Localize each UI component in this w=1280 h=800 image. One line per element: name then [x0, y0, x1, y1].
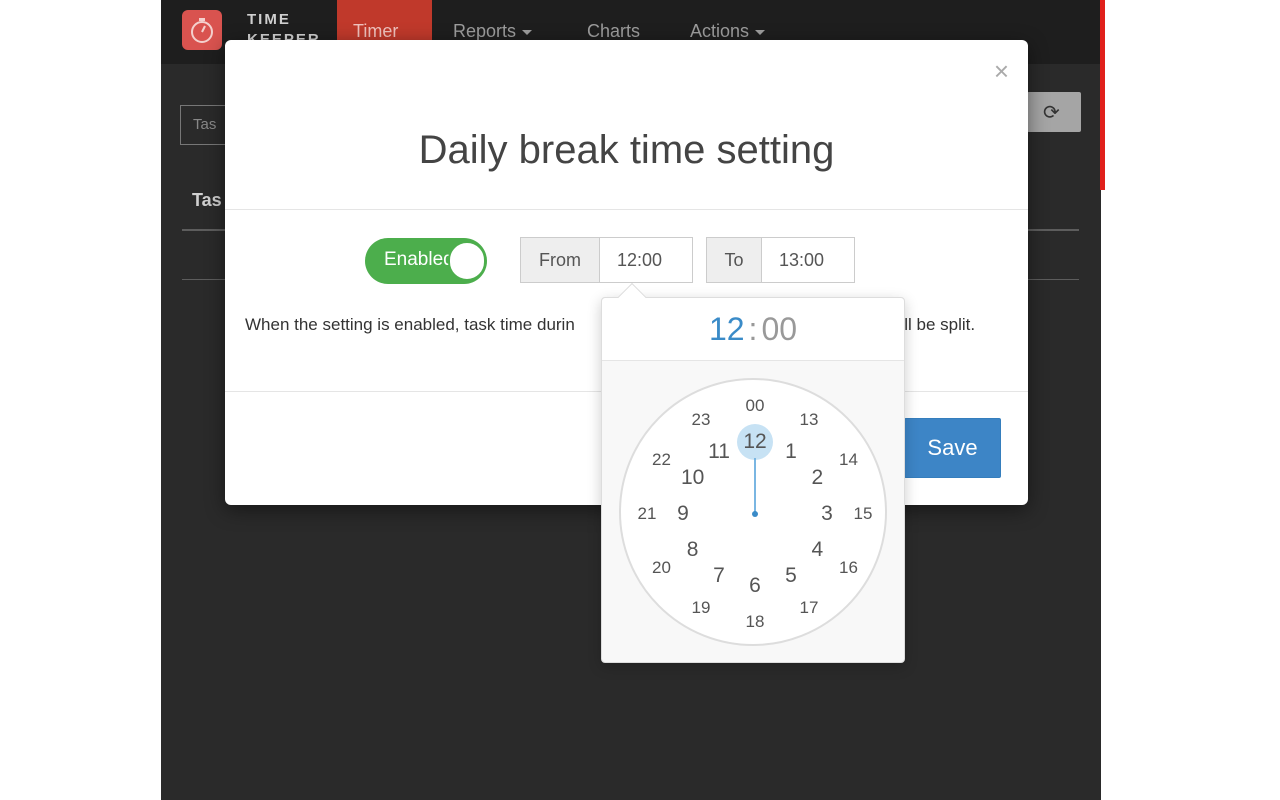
save-button[interactable]: Save [904, 418, 1001, 478]
minutes-display[interactable]: 00 [761, 311, 797, 347]
clock-hour-10[interactable]: 10 [681, 466, 704, 490]
nav-reports-label: Reports [453, 21, 517, 41]
nav-charts-label: Charts [587, 21, 641, 41]
clock-dial[interactable]: 12 1 2 3 4 5 6 7 8 9 10 11 00 13 14 15 16 17 18 19 20 21 22 23 [619, 378, 887, 646]
modal-header-divider [225, 209, 1028, 210]
toggle-label: Enabled [384, 249, 454, 270]
clock-center [752, 511, 758, 517]
modal-title: Daily break time setting [418, 128, 835, 172]
refresh-button[interactable]: ⟳ [1027, 92, 1081, 132]
clock-hour-23[interactable]: 23 [692, 410, 711, 430]
clock-hour-15[interactable]: 15 [854, 504, 873, 524]
clock-hour-4[interactable]: 4 [812, 538, 824, 562]
task-input-placeholder: Tas [193, 116, 217, 133]
clock-picker-popover: 12:00 12 1 2 3 4 5 6 7 8 9 10 11 00 13 14 15 16 17 18 19 20 2… [601, 282, 905, 663]
nav-timer-label: Timer [353, 21, 399, 41]
toggle-knob[interactable] [448, 241, 486, 281]
hours-display[interactable]: 12 [709, 311, 745, 347]
clock-hour-2[interactable]: 2 [812, 466, 824, 490]
clock-hour-16[interactable]: 16 [839, 558, 858, 578]
nav-actions-label: Actions [690, 21, 750, 41]
from-time-input[interactable]: 12:00 [599, 237, 693, 283]
clock-hour-20[interactable]: 20 [652, 558, 671, 578]
clock-hour-9[interactable]: 9 [677, 502, 689, 526]
table-header-task: Tas [192, 190, 222, 210]
clock-hour-13[interactable]: 13 [800, 410, 819, 430]
time-separator: : [748, 311, 758, 347]
clock-hour-18[interactable]: 18 [746, 612, 765, 632]
enabled-toggle[interactable]: Enabled [365, 238, 487, 284]
clock-hand[interactable] [754, 458, 756, 514]
close-icon[interactable]: × [994, 58, 1009, 84]
description-left: When the setting is enabled, task time d… [245, 315, 575, 334]
brand-line-1: TIME [247, 11, 291, 28]
to-time-input[interactable]: 13:00 [761, 237, 855, 283]
clock-hour-00[interactable]: 00 [746, 396, 765, 416]
clock-hour-22[interactable]: 22 [652, 450, 671, 470]
chevron-down-icon [522, 29, 533, 35]
chevron-down-icon [755, 29, 766, 35]
clock-hour-21[interactable]: 21 [638, 504, 657, 524]
clock-hour-5[interactable]: 5 [785, 564, 797, 588]
clock-hour-19[interactable]: 19 [692, 598, 711, 618]
clock-hour-1[interactable]: 1 [785, 440, 797, 464]
clock-hour-12[interactable]: 12 [743, 430, 766, 454]
refresh-icon: ⟳ [1043, 102, 1060, 124]
clock-hour-14[interactable]: 14 [839, 450, 858, 470]
clock-hour-11[interactable]: 11 [708, 440, 730, 464]
clock-header: 12:00 [602, 298, 904, 361]
page-edge-accent [1100, 0, 1105, 190]
clock-hour-6[interactable]: 6 [749, 574, 761, 598]
stopwatch-icon [191, 18, 213, 43]
clock-hour-3[interactable]: 3 [821, 502, 833, 526]
clock-hour-7[interactable]: 7 [713, 564, 725, 588]
from-label: From [520, 237, 600, 283]
clock-hour-8[interactable]: 8 [687, 538, 699, 562]
app-logo[interactable] [182, 10, 222, 50]
clock-hour-17[interactable]: 17 [800, 598, 819, 618]
to-label: To [706, 237, 762, 283]
